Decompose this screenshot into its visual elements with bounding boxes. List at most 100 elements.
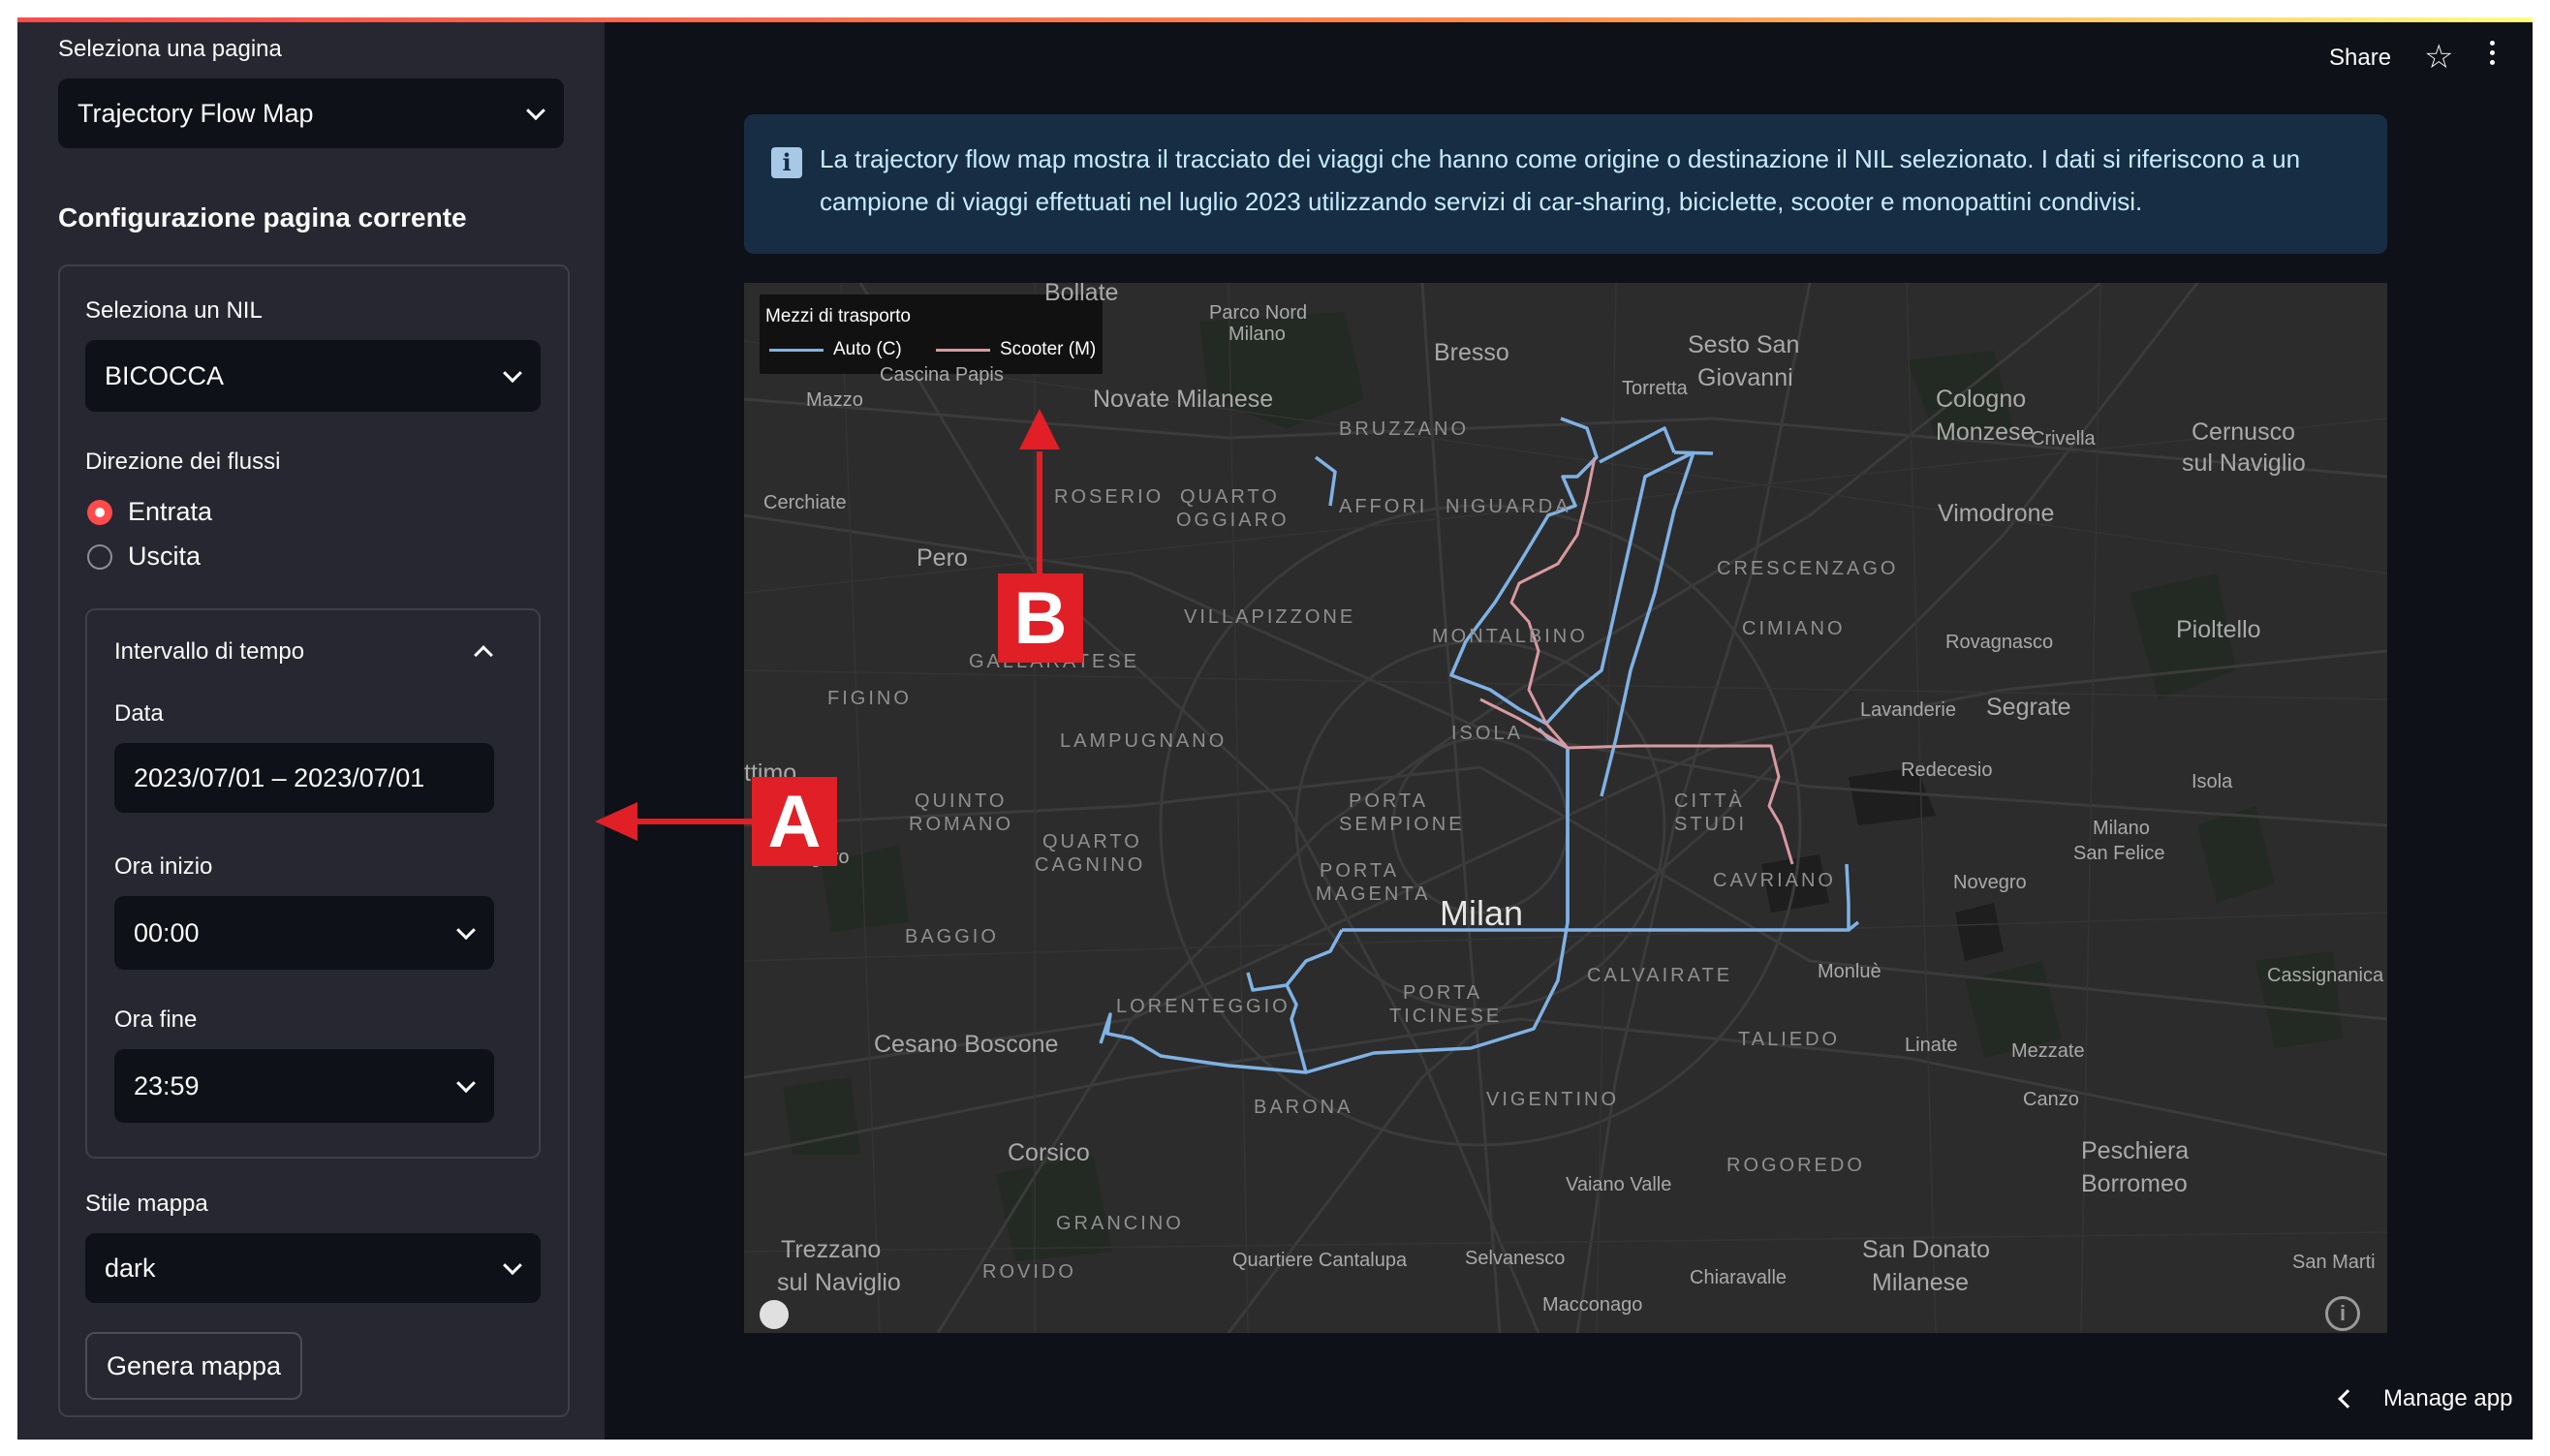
manage-app-button[interactable]: Manage app xyxy=(2338,1385,2513,1412)
map-label: BRUZZANO xyxy=(1339,418,1469,440)
map-label: CAVRIANO xyxy=(1713,870,1836,891)
map-label: Redecesio xyxy=(1901,759,1993,781)
map-label: TALIEDO xyxy=(1738,1029,1841,1050)
map-label: LAMPUGNANO xyxy=(1060,730,1228,752)
legend-swatch-scooter xyxy=(936,348,990,352)
info-icon: i xyxy=(771,147,802,178)
page-select-label: Seleziona una pagina xyxy=(58,36,282,62)
map-label: Milanese xyxy=(1872,1269,1970,1296)
radio-uscita[interactable]: Uscita xyxy=(87,542,201,572)
time-expander-title[interactable]: Intervallo di tempo xyxy=(114,638,304,666)
map-label: Mezzate xyxy=(2011,1040,2085,1062)
map-label: FIGINO xyxy=(827,688,912,709)
legend-item-scooter: Scooter (M) xyxy=(936,339,1096,360)
start-time-label: Ora inizio xyxy=(114,853,213,880)
map-label: Milano xyxy=(1228,324,1286,345)
start-time-value: 00:00 xyxy=(134,917,200,947)
map-label: TICINESE xyxy=(1389,1006,1503,1027)
map-label: BARONA xyxy=(1254,1097,1353,1118)
radio-unselected-icon xyxy=(87,543,112,570)
map-label: Linate xyxy=(1905,1035,1958,1056)
radio-uscita-label: Uscita xyxy=(128,542,202,571)
map-label-milan: Milan xyxy=(1440,893,1524,933)
generate-map-button[interactable]: Genera mappa xyxy=(85,1332,302,1400)
map-label: CITTÀ xyxy=(1674,790,1745,812)
map-label: Giovanni xyxy=(1697,364,1793,391)
radio-entrata-label: Entrata xyxy=(128,497,213,526)
map-label: Borromeo xyxy=(2081,1170,2188,1197)
map-label: Novate Milanese xyxy=(1093,386,1274,413)
map-label: MAGENTA xyxy=(1316,883,1431,905)
map-label: Cologno xyxy=(1936,386,2027,413)
map-label: VILLAPIZZONE xyxy=(1184,606,1356,628)
map-label: Vimodrone xyxy=(1938,500,2055,527)
map-label: Peschiera xyxy=(2081,1137,2190,1164)
star-icon[interactable]: ☆ xyxy=(2424,41,2453,74)
map-label: Chiaravalle xyxy=(1690,1267,1788,1288)
nil-select-value: BICOCCA xyxy=(105,360,225,390)
chevron-down-icon xyxy=(526,101,545,121)
map-label: Sesto San xyxy=(1688,331,1800,358)
share-button[interactable]: Share xyxy=(2329,45,2391,72)
map-label: Torretta xyxy=(1622,378,1688,399)
map-label: Isola xyxy=(2192,771,2233,792)
end-time-select[interactable]: 23:59 xyxy=(114,1049,494,1123)
map-label: CAGNINO xyxy=(1035,854,1146,876)
page-select-value: Trajectory Flow Map xyxy=(78,98,314,128)
map-label: AFFORI xyxy=(1339,496,1428,517)
map-label: San Marti xyxy=(2292,1252,2376,1273)
chevron-down-icon xyxy=(456,920,476,941)
map-label: Bresso xyxy=(1434,339,1509,366)
date-label: Data xyxy=(114,700,164,727)
manage-app-label: Manage app xyxy=(2383,1385,2513,1411)
nil-select[interactable]: BICOCCA xyxy=(85,340,541,412)
map-label: Parco Nord xyxy=(1209,302,1308,324)
chevron-left-icon xyxy=(2338,1389,2357,1409)
map-style-select[interactable]: dark xyxy=(85,1233,541,1303)
map-label: STUDI xyxy=(1674,814,1747,835)
map-label: Macconago xyxy=(1542,1294,1643,1316)
map-label: NIGUARDA xyxy=(1446,496,1571,517)
chevron-down-icon xyxy=(503,1255,522,1276)
map-label: Cassignanica xyxy=(2267,965,2384,986)
map-label: CALVAIRATE xyxy=(1587,965,1733,986)
map-label: BAGGIO xyxy=(905,926,999,947)
map-label: VIGENTINO xyxy=(1486,1089,1620,1110)
map-label: Lavanderie xyxy=(1860,699,1956,721)
mapbox-logo-icon[interactable] xyxy=(760,1300,789,1329)
legend-title: Mezzi di trasporto xyxy=(765,306,911,326)
map-label: Pero xyxy=(917,544,968,572)
map-label: ROVIDO xyxy=(982,1261,1076,1283)
map-label: Segrate xyxy=(1986,694,2071,721)
map-label: ROSERIO xyxy=(1054,486,1165,508)
map-label: Cesano Boscone xyxy=(874,1031,1059,1058)
map-label: MONTALBINO xyxy=(1432,626,1588,647)
map-label: Vaiano Valle xyxy=(1566,1174,1672,1195)
radio-entrata[interactable]: Entrata xyxy=(87,497,212,527)
direction-label: Direzione dei flussi xyxy=(85,449,281,475)
more-options-icon[interactable] xyxy=(2488,41,2496,70)
map-label: Monzese xyxy=(1936,418,2035,446)
map-label: Pioltello xyxy=(2176,616,2261,643)
map-label: Milano xyxy=(2093,818,2150,839)
map-label: Canzo xyxy=(2023,1089,2079,1110)
map-label: QUARTO xyxy=(1042,831,1142,852)
legend-swatch-auto xyxy=(769,348,824,352)
map-label: San Donato xyxy=(1862,1236,1991,1263)
page-select[interactable]: Trajectory Flow Map xyxy=(58,78,564,148)
start-time-select[interactable]: 00:00 xyxy=(114,896,494,970)
map-label: ROMANO xyxy=(909,814,1013,835)
end-time-label: Ora fine xyxy=(114,1007,198,1033)
attribution-info-icon[interactable]: i xyxy=(2325,1296,2360,1331)
date-input[interactable]: 2023/07/01 – 2023/07/01 xyxy=(114,743,494,813)
legend-label-scooter: Scooter (M) xyxy=(1000,339,1097,359)
info-text: La trajectory flow map mostra il traccia… xyxy=(820,144,2301,216)
chevron-down-icon xyxy=(503,363,522,384)
map-label: Crivella xyxy=(2031,428,2096,449)
legend-label-auto: Auto (C) xyxy=(833,339,902,359)
trajectory-map[interactable]: Mezzi di trasporto Auto (C) Scooter (M) … xyxy=(744,283,2387,1333)
map-label: sul Naviglio xyxy=(2182,449,2306,477)
map-label: CIMIANO xyxy=(1742,618,1846,639)
map-style-label: Stile mappa xyxy=(85,1191,208,1217)
map-label: sul Naviglio xyxy=(777,1269,901,1296)
